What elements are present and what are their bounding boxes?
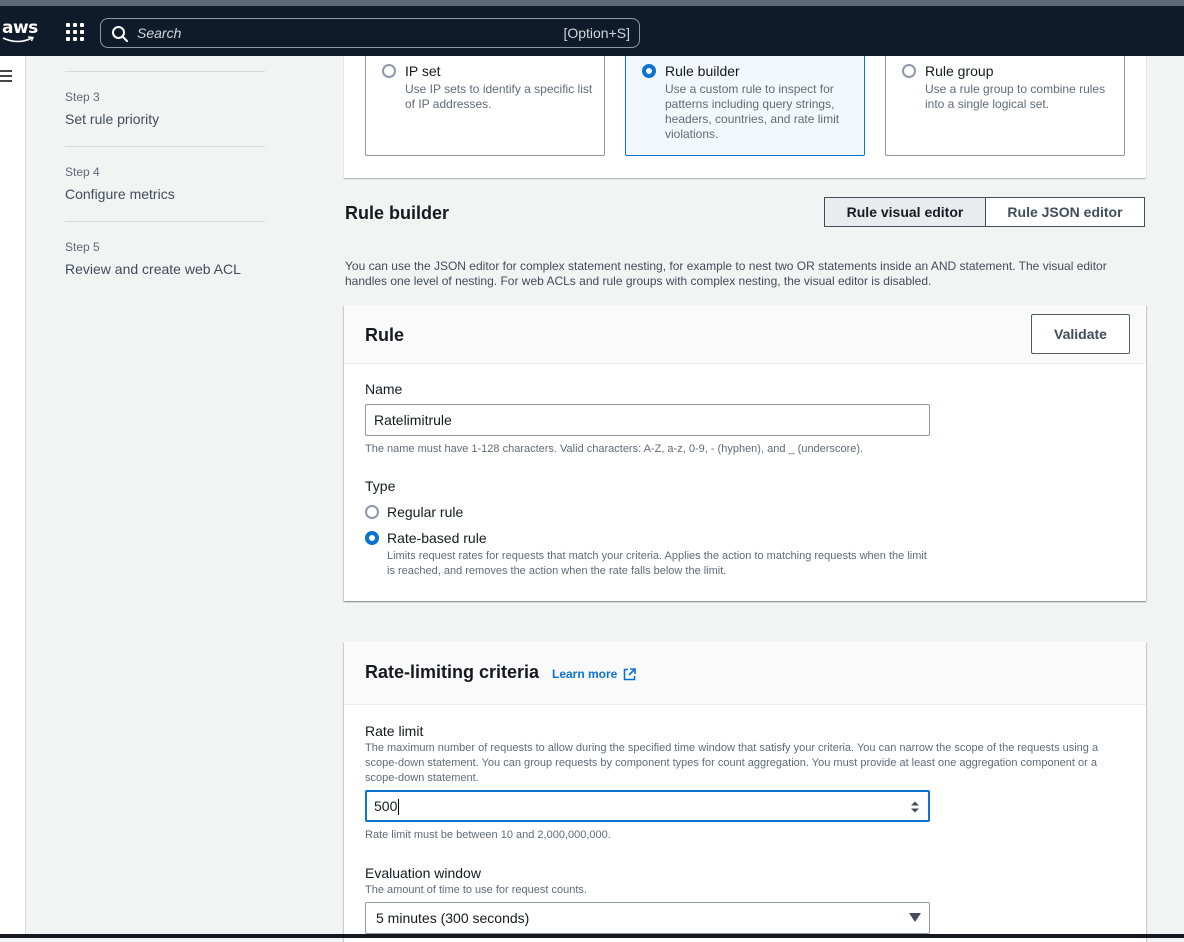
learn-more-link[interactable]: Learn more — [552, 667, 617, 681]
name-help-text: The name must have 1-128 characters. Val… — [365, 443, 864, 455]
choice-title: Rule group — [925, 63, 994, 79]
choice-ip-set[interactable]: IP set Use IP sets to identify a specifi… — [365, 56, 605, 156]
rule-builder-heading: Rule builder — [345, 203, 450, 223]
choice-title: IP set — [405, 63, 441, 79]
step-5-label: Step 5 — [65, 240, 100, 254]
rate-limit-description: The maximum number of requests to allow … — [365, 742, 1099, 784]
name-label: Name — [365, 381, 403, 397]
wizard-steps-nav: Step 3 Set rule priority Step 4 Configur… — [27, 56, 327, 938]
rate-based-rule-label[interactable]: Rate-based rule — [387, 530, 487, 546]
validate-button[interactable]: Validate — [1031, 314, 1130, 354]
name-field[interactable]: Ratelimitrule — [365, 404, 930, 436]
rule-card-title: Rule — [365, 325, 405, 345]
evaluation-window-select[interactable]: 5 minutes (300 seconds) — [365, 902, 930, 934]
nav-divider — [65, 71, 265, 72]
search-shortcut: [Option+S] — [563, 25, 630, 41]
radio-rule-group[interactable] — [902, 64, 916, 78]
type-label: Type — [365, 478, 396, 494]
aws-smile-icon — [2, 36, 34, 43]
step-5-title[interactable]: Review and create web ACL — [65, 261, 241, 277]
choice-description: Use IP sets to identify a specific list … — [405, 82, 593, 111]
search-placeholder: Search — [137, 25, 182, 41]
step-3-label: Step 3 — [65, 90, 100, 104]
step-4-label: Step 4 — [65, 165, 100, 179]
name-value: Ratelimitrule — [374, 412, 452, 428]
rate-limit-input[interactable]: 500 — [365, 790, 930, 822]
choice-description: Use a custom rule to inspect for pattern… — [665, 82, 840, 141]
external-link-icon[interactable] — [623, 668, 636, 681]
step-3-title[interactable]: Set rule priority — [65, 111, 159, 127]
rule-card-header: Rule Validate — [344, 305, 1146, 364]
rate-limiting-title: Rate-limiting criteria — [365, 662, 540, 682]
search-icon — [112, 26, 128, 42]
nav-divider — [65, 146, 265, 147]
evaluation-window-label: Evaluation window — [365, 865, 481, 881]
tab-json-editor[interactable]: Rule JSON editor — [985, 197, 1145, 227]
choice-description: Use a rule group to combine rules into a… — [925, 82, 1106, 111]
rate-limiting-card-header: Rate-limiting criteria Learn more — [344, 642, 1146, 705]
regular-rule-label[interactable]: Regular rule — [387, 504, 463, 520]
rate-limit-label: Rate limit — [365, 723, 424, 739]
rate-limiting-card: Rate-limiting criteria Learn more Rate l… — [344, 642, 1146, 942]
rule-builder-note: You can use the JSON editor for complex … — [345, 259, 1107, 288]
rule-type-panel: IP set Use IP sets to identify a specifi… — [344, 56, 1146, 178]
rate-based-rule-description: Limits request rates for requests that m… — [387, 550, 927, 577]
radio-regular-rule[interactable] — [365, 505, 379, 519]
grid-icon[interactable] — [66, 23, 84, 41]
choice-rule-group[interactable]: Rule group Use a rule group to combine r… — [885, 56, 1125, 156]
caret-down-icon — [909, 913, 921, 922]
radio-rule-builder[interactable] — [642, 64, 656, 78]
choice-title: Rule builder — [665, 63, 740, 79]
rate-limit-value: 500 — [374, 798, 398, 814]
evaluation-window-description: The amount of time to use for request co… — [365, 884, 587, 896]
side-navigation-rail — [0, 56, 26, 938]
text-cursor — [398, 799, 400, 816]
search-input[interactable]: Search [Option+S] — [100, 18, 640, 48]
radio-rate-based-rule[interactable] — [365, 531, 379, 545]
stepper-icon[interactable] — [910, 800, 920, 814]
bottom-edge-bar — [0, 934, 1184, 938]
tab-visual-editor[interactable]: Rule visual editor — [824, 197, 986, 227]
radio-ip-set[interactable] — [382, 64, 396, 78]
step-4-title[interactable]: Configure metrics — [65, 186, 175, 202]
rate-limit-help-text: Rate limit must be between 10 and 2,000,… — [365, 829, 611, 841]
aws-logo-text: aws — [2, 18, 38, 38]
top-navigation-bar: aws Search [Option+S] — [0, 6, 1184, 56]
nav-divider — [65, 221, 265, 222]
aws-logo[interactable]: aws — [0, 16, 38, 48]
hamburger-icon[interactable] — [0, 69, 14, 83]
evaluation-window-value: 5 minutes (300 seconds) — [376, 910, 530, 926]
rule-card: Rule Validate Name Ratelimitrule The nam… — [344, 305, 1146, 601]
choice-rule-builder[interactable]: Rule builder Use a custom rule to inspec… — [625, 56, 865, 156]
